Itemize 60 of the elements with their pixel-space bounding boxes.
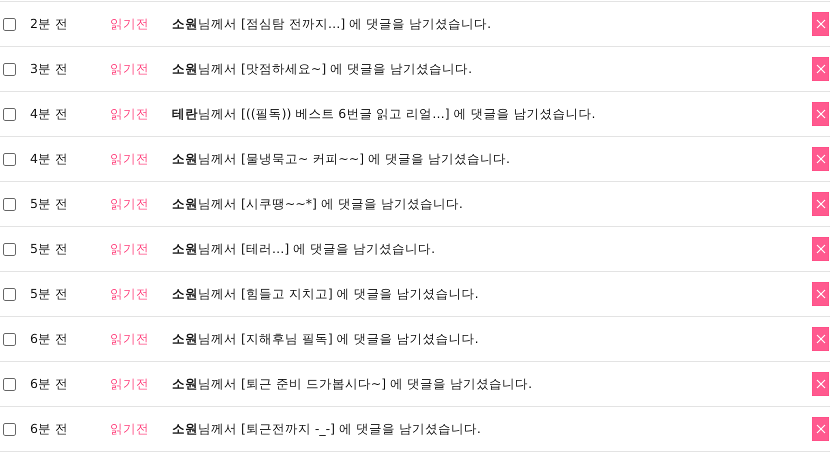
row-checkbox[interactable] <box>3 152 16 166</box>
time-ago: 5분 전 <box>30 286 69 302</box>
close-icon <box>816 154 826 164</box>
row-checkbox[interactable] <box>3 62 16 76</box>
close-icon <box>816 199 826 209</box>
row-checkbox[interactable] <box>3 198 16 210</box>
close-icon <box>816 64 826 74</box>
notification-message: 소원님께서 [지해후님 필독] 에 댓글을 남기셨습니다. <box>172 330 480 348</box>
read-status: 읽기전 <box>110 106 150 122</box>
time-ago: 4분 전 <box>30 150 69 168</box>
time-ago: 6분 전 <box>30 376 69 392</box>
time-ago: 4분 전 <box>30 106 69 122</box>
time-ago: 5분 전 <box>30 240 69 258</box>
row-checkbox[interactable] <box>3 378 16 390</box>
close-icon <box>816 379 826 389</box>
notification-message: 소원님께서 [힘들고 지치고] 에 댓글을 남기셨습니다. <box>172 286 480 302</box>
delete-button[interactable] <box>812 147 829 171</box>
close-icon <box>816 109 826 119</box>
row-checkbox[interactable] <box>3 18 16 30</box>
time-ago: 6분 전 <box>30 330 69 348</box>
delete-button[interactable] <box>812 12 829 36</box>
time-ago: 5분 전 <box>30 196 69 212</box>
notification-message: 소원님께서 [퇴근 준비 드가봅시다~] 에 댓글을 남기셨습니다. <box>172 376 534 392</box>
row-checkbox[interactable] <box>3 422 16 436</box>
delete-button[interactable] <box>812 372 829 396</box>
read-status: 읽기전 <box>110 60 150 78</box>
close-icon <box>816 334 826 344</box>
notification-message: 소원님께서 [점심탐 전까지…] 에 댓글을 남기셨습니다. <box>172 16 492 32</box>
time-ago: 6분 전 <box>30 420 69 438</box>
delete-button[interactable] <box>812 57 829 81</box>
notification-message: 소원님께서 [시쿠땡~~*] 에 댓글을 남기셨습니다. <box>172 196 464 212</box>
read-status: 읽기전 <box>110 196 150 212</box>
notification-message: 소원님께서 [퇴근전까지 -_-] 에 댓글을 남기셨습니다. <box>172 420 482 438</box>
close-icon <box>816 19 826 29</box>
read-status: 읽기전 <box>110 330 150 348</box>
close-icon <box>816 289 826 299</box>
delete-button[interactable] <box>812 282 829 306</box>
row-checkbox[interactable] <box>3 332 16 346</box>
delete-button[interactable] <box>812 327 829 351</box>
close-icon <box>816 424 826 434</box>
time-ago: 3분 전 <box>30 60 69 78</box>
close-icon <box>816 244 826 254</box>
read-status: 읽기전 <box>110 16 150 32</box>
notification-message: 테란님께서 [((필독)) 베스트 6번글 읽고 리얼…] 에 댓글을 남기셨습니다. <box>172 106 596 122</box>
row-checkbox[interactable] <box>3 288 16 300</box>
row-checkbox[interactable] <box>3 108 16 120</box>
read-status: 읽기전 <box>110 286 150 302</box>
read-status: 읽기전 <box>110 150 150 168</box>
delete-button[interactable] <box>812 102 829 126</box>
delete-button[interactable] <box>812 417 829 441</box>
row-checkbox[interactable] <box>3 242 16 256</box>
notification-message: 소원님께서 [테러…] 에 댓글을 남기셨습니다. <box>172 240 436 258</box>
delete-button[interactable] <box>812 192 829 216</box>
read-status: 읽기전 <box>110 420 150 438</box>
time-ago: 2분 전 <box>30 16 69 32</box>
read-status: 읽기전 <box>110 240 150 258</box>
notification-message: 소원님께서 [물냉묵고~ 커피~~] 에 댓글을 남기셨습니다. <box>172 150 512 168</box>
delete-button[interactable] <box>812 237 829 261</box>
notification-message: 소원님께서 [맛점하세요~] 에 댓글을 남기셨습니다. <box>172 60 474 78</box>
read-status: 읽기전 <box>110 376 150 392</box>
